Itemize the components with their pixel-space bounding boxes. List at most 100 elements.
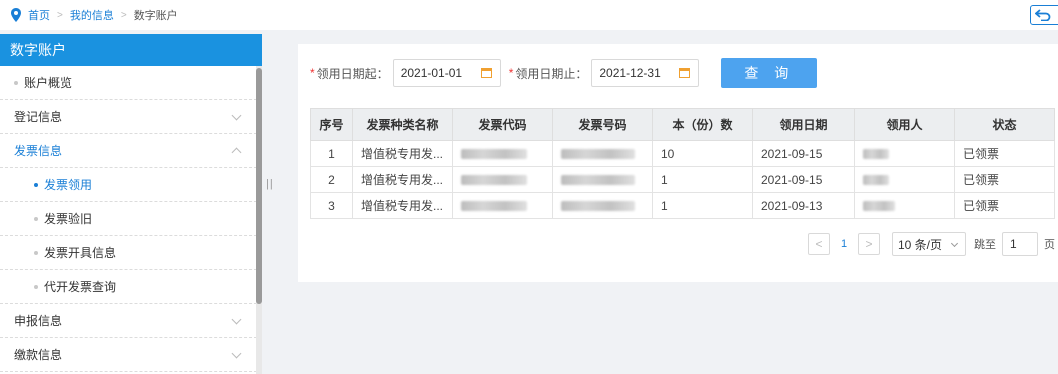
main-panel: * 领用日期起： 2021-01-01 * 领用日期止： 2021-12-31 …: [298, 44, 1058, 282]
cell-status: 已领票: [954, 192, 1055, 219]
sidebar-scrollbar-thumb[interactable]: [256, 68, 262, 304]
chevron-down-icon: [231, 110, 242, 121]
jump-to-page-input[interactable]: 1: [1002, 232, 1038, 256]
start-date-value: 2021-01-01: [400, 66, 463, 80]
col-header-no: 序号: [310, 108, 353, 141]
prev-page-button[interactable]: <: [808, 233, 830, 255]
sidebar-item-account-overview[interactable]: 账户概览: [0, 66, 262, 100]
table-row[interactable]: 2 增值税专用发... 1 2021-09-15 已领票: [310, 166, 1055, 193]
cell-number-redacted: [552, 140, 653, 167]
col-header-recipient: 领用人: [854, 108, 955, 141]
end-date-label: 领用日期止：: [515, 66, 588, 81]
sidebar-title: 数字账户: [0, 34, 262, 66]
cell-type: 增值税专用发...: [352, 166, 453, 193]
cell-number-redacted: [552, 192, 653, 219]
location-pin-icon: [11, 8, 21, 22]
back-button[interactable]: [1030, 5, 1058, 25]
cell-count: 1: [652, 166, 753, 193]
col-header-date: 领用日期: [752, 108, 855, 141]
cell-no: 1: [310, 140, 353, 167]
cell-code-redacted: [452, 140, 553, 167]
breadcrumb-my-info[interactable]: 我的信息: [70, 7, 114, 23]
cell-date: 2021-09-15: [752, 166, 855, 193]
required-mark: *: [310, 66, 315, 80]
col-header-status: 状态: [954, 108, 1055, 141]
query-button[interactable]: 查 询: [721, 58, 818, 88]
next-page-button[interactable]: >: [858, 233, 880, 255]
sidebar-item-payment-info[interactable]: 缴款信息: [0, 338, 262, 372]
start-date-input[interactable]: 2021-01-01: [392, 59, 501, 87]
sidebar-item-registration-info[interactable]: 登记信息: [0, 100, 262, 134]
col-header-code: 发票代码: [452, 108, 553, 141]
chevron-down-icon: [231, 348, 242, 359]
sidebar-item-invoice-info[interactable]: 发票信息: [0, 134, 262, 168]
sidebar-item-label: 发票验旧: [44, 212, 93, 226]
bullet-icon: [34, 182, 38, 187]
sidebar-item-label: 申报信息: [14, 314, 63, 328]
cell-type: 增值税专用发...: [352, 140, 453, 167]
col-header-count: 本（份）数: [652, 108, 753, 141]
jump-to-label: 跳至: [974, 239, 996, 251]
sidebar-item-proxy-invoice-query[interactable]: 代开发票查询: [0, 270, 262, 304]
calendar-icon[interactable]: [480, 68, 492, 78]
required-mark: *: [508, 66, 514, 80]
breadcrumb-separator: >: [120, 9, 127, 21]
current-page-number[interactable]: 1: [830, 238, 858, 250]
table-row[interactable]: 3 增值税专用发... 1 2021-09-13 已领票: [310, 192, 1055, 219]
sidebar-item-label: 账户概览: [24, 76, 73, 90]
cell-date: 2021-09-15: [752, 140, 855, 167]
invoice-table: 序号 发票种类名称 发票代码 发票号码 本（份）数 领用日期 领用人 状态 1 …: [310, 108, 1055, 219]
sidebar-item-invoice-issuance[interactable]: 发票开具信息: [0, 236, 262, 270]
chevron-down-icon: [950, 239, 959, 248]
bullet-icon: [34, 216, 38, 221]
chevron-down-icon: [231, 314, 242, 325]
bullet-icon: [34, 284, 38, 289]
end-date-input[interactable]: 2021-12-31: [591, 59, 700, 87]
panel-splitter-handle[interactable]: ||: [266, 178, 274, 190]
cell-status: 已领票: [954, 166, 1055, 193]
col-header-number: 发票号码: [552, 108, 653, 141]
page-size-value: 10 条/页: [898, 237, 943, 252]
table-header-row: 序号 发票种类名称 发票代码 发票号码 本（份）数 领用日期 领用人 状态: [310, 108, 1055, 141]
pagination: < 1 > 10 条/页 跳至 1 页: [808, 232, 1055, 256]
start-date-label: 领用日期起：: [316, 66, 389, 81]
cell-number-redacted: [552, 166, 653, 193]
table-row[interactable]: 1 增值税专用发... 10 2021-09-15 已领票: [310, 140, 1055, 167]
breadcrumb-bar: 首页 > 我的信息 > 数字账户: [0, 0, 1058, 30]
sidebar-item-invoice-verification[interactable]: 发票验旧: [0, 202, 262, 236]
cell-code-redacted: [452, 192, 553, 219]
sidebar-item-label: 缴款信息: [14, 348, 63, 362]
breadcrumb-separator: >: [57, 9, 63, 21]
breadcrumb-home[interactable]: 首页: [28, 7, 50, 23]
page-unit-label: 页: [1044, 239, 1055, 251]
calendar-icon[interactable]: [679, 68, 691, 78]
sidebar: 数字账户 账户概览 登记信息 发票信息 发票领用 发票验旧 发票开具信息 代开发…: [0, 34, 262, 374]
col-header-type: 发票种类名称: [352, 108, 453, 141]
cell-recipient-redacted: [854, 192, 955, 219]
cell-date: 2021-09-13: [752, 192, 855, 219]
page-size-select[interactable]: 10 条/页: [892, 232, 966, 256]
sidebar-item-label: 发票开具信息: [44, 246, 117, 260]
sidebar-item-label: 登记信息: [14, 110, 63, 124]
filter-bar: * 领用日期起： 2021-01-01 * 领用日期止： 2021-12-31 …: [310, 58, 818, 88]
end-date-value: 2021-12-31: [599, 66, 661, 80]
sidebar-item-label: 代开发票查询: [44, 280, 117, 294]
cell-recipient-redacted: [854, 166, 955, 193]
chevron-up-icon: [231, 147, 242, 158]
cell-count: 10: [652, 140, 753, 167]
breadcrumb-current: 数字账户: [133, 10, 178, 22]
cell-type: 增值税专用发...: [352, 192, 453, 219]
sidebar-item-invoice-collection[interactable]: 发票领用: [0, 168, 262, 202]
sidebar-item-label: 发票领用: [44, 178, 93, 192]
cell-count: 1: [652, 192, 753, 219]
bullet-icon: [34, 250, 38, 255]
cell-status: 已领票: [954, 140, 1055, 167]
cell-code-redacted: [452, 166, 553, 193]
sidebar-item-label: 发票信息: [14, 144, 63, 158]
cell-no: 3: [310, 192, 353, 219]
bullet-icon: [14, 80, 18, 85]
cell-recipient-redacted: [854, 140, 955, 167]
sidebar-item-declaration-info[interactable]: 申报信息: [0, 304, 262, 338]
cell-no: 2: [310, 166, 353, 193]
return-arrow-icon: [1035, 9, 1051, 21]
